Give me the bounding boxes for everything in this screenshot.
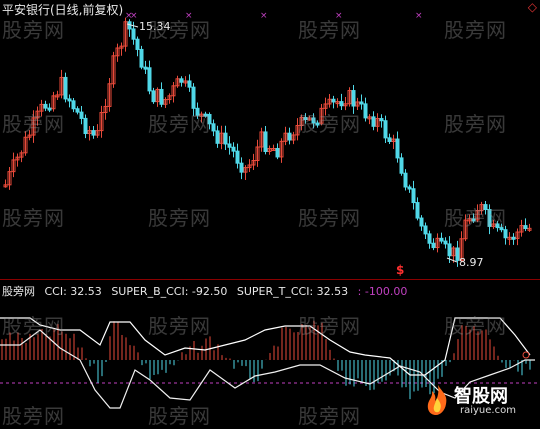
indicator-name: 股旁网 bbox=[2, 285, 35, 298]
candle-body bbox=[83, 117, 88, 135]
watermark: 股旁网 bbox=[2, 314, 65, 338]
candle-body bbox=[351, 90, 356, 107]
logo-url: raiyue.com bbox=[460, 405, 516, 416]
watermark: 股旁网 bbox=[2, 404, 65, 428]
indicator-legend: 股旁网 CCI: 32.53 SUPER_B_CCI: -92.50 SUPER… bbox=[2, 283, 407, 299]
watermark: 股旁网 bbox=[148, 206, 211, 230]
candle-body bbox=[415, 202, 420, 219]
watermark: 股旁网 bbox=[148, 112, 211, 136]
candle-body bbox=[131, 28, 136, 40]
candle-body bbox=[211, 123, 216, 132]
watermark: 股旁网 bbox=[2, 18, 65, 42]
candle-body bbox=[215, 130, 220, 144]
candle-body bbox=[67, 98, 72, 102]
candle-body bbox=[91, 130, 96, 136]
candle-body bbox=[403, 172, 408, 188]
candle-body bbox=[79, 111, 84, 119]
candle-body bbox=[411, 188, 416, 204]
candle-body bbox=[187, 80, 192, 88]
candle-body bbox=[75, 108, 80, 113]
watermark: 股旁网 bbox=[298, 112, 361, 136]
end-marker bbox=[522, 351, 530, 359]
candle-body bbox=[511, 236, 516, 240]
candle-body bbox=[427, 233, 432, 244]
candle-body bbox=[287, 132, 292, 141]
candle-body bbox=[191, 86, 196, 109]
flame-icon bbox=[427, 385, 447, 415]
candle-body bbox=[383, 120, 388, 139]
candle-body bbox=[431, 242, 436, 249]
watermark: 股旁网 bbox=[444, 112, 507, 136]
top-marker: × bbox=[415, 11, 423, 21]
candle-body bbox=[63, 76, 68, 100]
watermark: 股旁网 bbox=[444, 206, 507, 230]
watermark: 股旁网 bbox=[2, 206, 65, 230]
candle-body bbox=[275, 147, 280, 158]
candle-body bbox=[447, 243, 452, 257]
candle-body bbox=[331, 98, 336, 103]
watermark: 股旁网 bbox=[444, 18, 507, 42]
watermark: 股旁网 bbox=[148, 314, 211, 338]
candle-body bbox=[371, 116, 376, 127]
candle-body bbox=[423, 225, 428, 235]
candle-body bbox=[239, 162, 244, 173]
candle-body bbox=[387, 137, 392, 142]
candle-body bbox=[407, 186, 412, 190]
watermark: 股旁网 bbox=[298, 314, 361, 338]
super-t-cci-value: SUPER_T_CCI: 32.53 bbox=[236, 285, 349, 298]
candle-body bbox=[135, 38, 140, 50]
super-b-cci-value: SUPER_B_CCI: -92.50 bbox=[111, 285, 228, 298]
diamond-icon[interactable]: ◇ bbox=[528, 0, 537, 14]
candle-body bbox=[231, 146, 236, 152]
watermark: 股旁网 bbox=[2, 112, 65, 136]
watermark: 股旁网 bbox=[298, 18, 361, 42]
candle-body bbox=[227, 143, 232, 148]
candle-body bbox=[359, 101, 364, 105]
watermark: 股旁网 bbox=[298, 206, 361, 230]
candle-body bbox=[399, 157, 404, 174]
candle-body bbox=[159, 88, 164, 105]
top-marker: × bbox=[260, 11, 268, 21]
candle-body bbox=[419, 217, 424, 227]
candle-body bbox=[223, 132, 228, 145]
candle-body bbox=[71, 100, 76, 110]
candle-body bbox=[523, 225, 528, 229]
candle-body bbox=[139, 48, 144, 68]
candle-body bbox=[363, 103, 368, 119]
candle-body bbox=[143, 66, 148, 70]
candle-body bbox=[151, 90, 156, 103]
watermark: 股旁网 bbox=[444, 314, 507, 338]
candle-body bbox=[263, 131, 268, 152]
low-price-label: 8.97 bbox=[459, 256, 484, 269]
reference-value: : -100.00 bbox=[357, 285, 408, 298]
candle-body bbox=[147, 67, 152, 92]
candle-body bbox=[379, 118, 384, 122]
candle-body bbox=[395, 138, 400, 159]
candle-body bbox=[439, 237, 444, 242]
watermark: 股旁网 bbox=[298, 404, 361, 428]
candle-body bbox=[443, 240, 448, 245]
candle-body bbox=[179, 78, 184, 83]
candle-body bbox=[235, 150, 240, 164]
candle-body bbox=[339, 101, 344, 107]
cci-value: CCI: 32.53 bbox=[44, 285, 102, 298]
watermark: 股旁网 bbox=[148, 18, 211, 42]
site-logo: 智股网 raiyue.com bbox=[420, 378, 538, 420]
watermark: 股旁网 bbox=[148, 404, 211, 428]
panel-divider bbox=[0, 279, 540, 280]
top-marker: × bbox=[130, 11, 138, 21]
signal-marker: $ bbox=[396, 263, 405, 277]
